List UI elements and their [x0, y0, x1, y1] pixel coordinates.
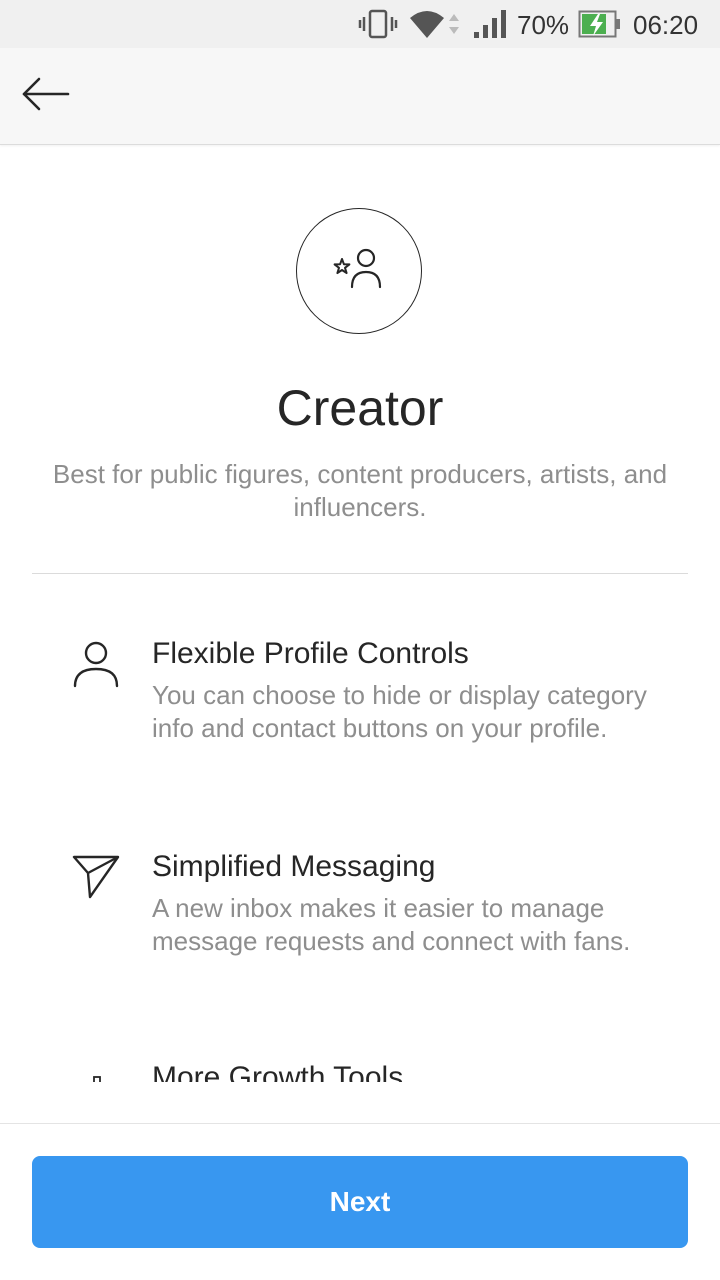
battery-percent: 70% — [517, 10, 570, 40]
page-title: Creator — [276, 380, 444, 436]
top-app-bar — [0, 48, 720, 145]
feature-description: You can choose to hide or display catego… — [152, 680, 647, 743]
feature-description: A new inbox makes it easier to manage me… — [152, 893, 631, 956]
paper-plane-icon — [70, 851, 122, 903]
creator-icon-circle — [296, 208, 422, 334]
person-icon — [70, 638, 122, 690]
feature-title: Simplified Messaging — [152, 850, 436, 883]
wifi-icon — [408, 8, 464, 45]
battery-charging-icon — [578, 10, 622, 43]
bar-chart-icon — [82, 1072, 112, 1082]
feature-title: Flexible Profile Controls — [152, 637, 469, 670]
page-subtitle: Best for public figures, content produce… — [52, 459, 668, 522]
footer-divider — [0, 1123, 720, 1124]
next-button[interactable]: Next — [32, 1156, 688, 1248]
feature-title: More Growth Tools — [152, 1061, 404, 1082]
signal-icon — [472, 8, 508, 45]
back-button[interactable] — [14, 68, 78, 124]
vibrate-icon — [358, 8, 398, 45]
clock: 06:20 — [633, 10, 699, 40]
creator-star-person-icon — [331, 247, 387, 296]
screen: 70% 06:20 Creator Best for public figure… — [0, 0, 720, 1280]
status-bar: 70% 06:20 — [0, 0, 720, 48]
features-list[interactable]: Flexible Profile Controls You can choose… — [0, 574, 720, 1082]
arrow-left-icon — [21, 77, 71, 116]
